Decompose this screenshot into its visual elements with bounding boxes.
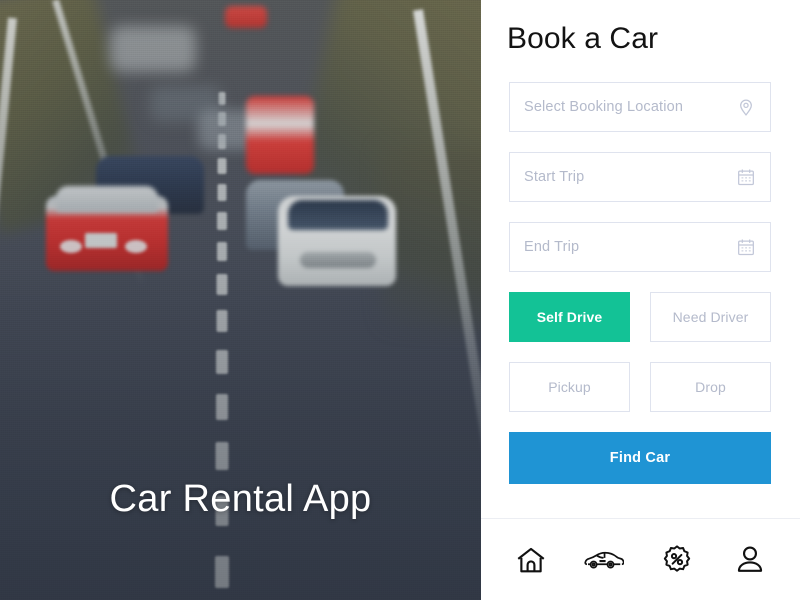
self-drive-option[interactable]: Self Drive — [509, 292, 630, 342]
find-car-button[interactable]: Find Car — [509, 432, 771, 484]
discount-icon — [660, 543, 694, 577]
pickup-option[interactable]: Pickup — [509, 362, 630, 412]
home-icon — [514, 543, 548, 577]
start-trip-placeholder: Start Trip — [524, 169, 585, 185]
end-trip-placeholder: End Trip — [524, 239, 580, 255]
nav-offers[interactable] — [654, 537, 700, 583]
need-driver-option[interactable]: Need Driver — [650, 292, 771, 342]
app-title: Car Rental App — [109, 478, 372, 520]
bottom-navigation-bar — [481, 518, 800, 600]
user-icon — [733, 543, 767, 577]
booking-panel: Book a Car Select Booking Location Start… — [481, 0, 800, 600]
booking-location-field[interactable]: Select Booking Location — [509, 82, 771, 132]
drop-option[interactable]: Drop — [650, 362, 771, 412]
start-trip-field[interactable]: Start Trip — [509, 152, 771, 202]
location-pin-icon — [736, 97, 756, 117]
booking-location-placeholder: Select Booking Location — [524, 99, 684, 115]
hero-panel: Car Rental App — [0, 0, 481, 600]
nav-cars[interactable] — [581, 537, 627, 583]
nav-profile[interactable] — [727, 537, 773, 583]
page-title: Book a Car — [507, 22, 659, 55]
car-rental-app-screen: Car Rental App Book a Car Select Booking… — [0, 0, 800, 600]
calendar-icon — [736, 237, 756, 257]
car-icon — [584, 543, 625, 577]
nav-home[interactable] — [508, 537, 554, 583]
calendar-icon — [736, 167, 756, 187]
end-trip-field[interactable]: End Trip — [509, 222, 771, 272]
